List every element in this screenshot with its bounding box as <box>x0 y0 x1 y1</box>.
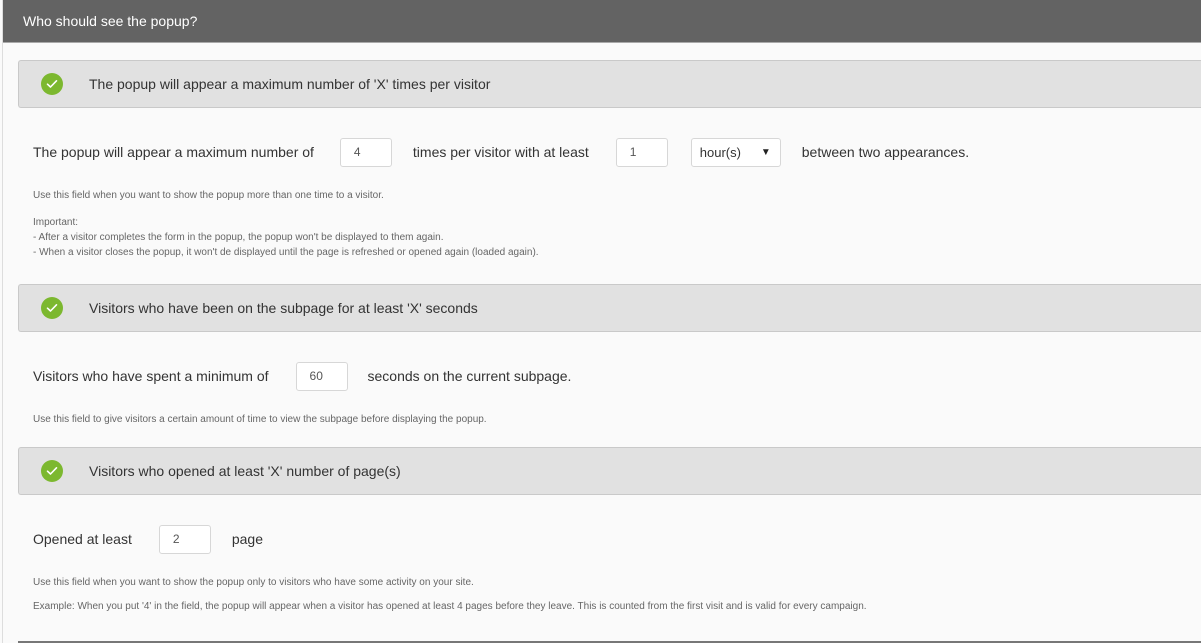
section-title: Visitors who opened at least 'X' number … <box>89 463 401 479</box>
popup-targeting-panel: Who should see the popup? The popup will… <box>2 0 1201 643</box>
seconds-row: Visitors who have spent a minimum of sec… <box>33 361 571 391</box>
panel-title: Who should see the popup? <box>23 13 198 29</box>
panel-header: Who should see the popup? <box>3 0 1201 43</box>
pages-input[interactable] <box>158 524 211 554</box>
max-times-input[interactable] <box>339 137 392 167</box>
interval-input[interactable] <box>615 137 668 167</box>
check-circle-icon <box>41 297 63 319</box>
pages-prefix: Opened at least <box>33 531 132 547</box>
max-times-help: Use this field when you want to show the… <box>33 189 539 259</box>
section-pages-opened-header[interactable]: Visitors who opened at least 'X' number … <box>18 447 1201 495</box>
check-circle-icon <box>41 73 63 95</box>
seconds-help: Use this field to give visitors a certai… <box>33 413 487 426</box>
seconds-suffix: seconds on the current subpage. <box>367 368 572 384</box>
pages-row: Opened at least page <box>33 524 263 554</box>
section-title: The popup will appear a maximum number o… <box>89 76 491 92</box>
interval-unit-select[interactable]: hour(s) ▼ <box>690 137 781 167</box>
max-times-prefix: The popup will appear a maximum number o… <box>33 144 314 160</box>
section-max-times-header[interactable]: The popup will appear a maximum number o… <box>18 60 1201 108</box>
help-text: Use this field when you want to show the… <box>33 190 384 201</box>
section-title: Visitors who have been on the subpage fo… <box>89 300 478 316</box>
seconds-input[interactable] <box>295 361 348 391</box>
pages-help: Use this field when you want to show the… <box>33 576 867 613</box>
pages-suffix: page <box>231 531 264 547</box>
help-text: - After a visitor completes the form in … <box>33 232 444 243</box>
help-text: - When a visitor closes the popup, it wo… <box>33 247 539 258</box>
max-times-middle: times per visitor with at least <box>412 144 589 160</box>
section-time-on-page-header[interactable]: Visitors who have been on the subpage fo… <box>18 284 1201 332</box>
help-text: Example: When you put '4' in the field, … <box>33 601 867 612</box>
check-circle-icon <box>41 460 63 482</box>
help-important-label: Important: <box>33 217 79 228</box>
seconds-prefix: Visitors who have spent a minimum of <box>33 368 269 384</box>
interval-unit-value: hour(s) <box>699 144 741 160</box>
max-times-suffix: between two appearances. <box>801 144 970 160</box>
caret-down-icon: ▼ <box>760 146 771 158</box>
help-text: Use this field to give visitors a certai… <box>33 414 487 425</box>
max-times-row: The popup will appear a maximum number o… <box>33 137 969 167</box>
help-text: Use this field when you want to show the… <box>33 577 474 588</box>
